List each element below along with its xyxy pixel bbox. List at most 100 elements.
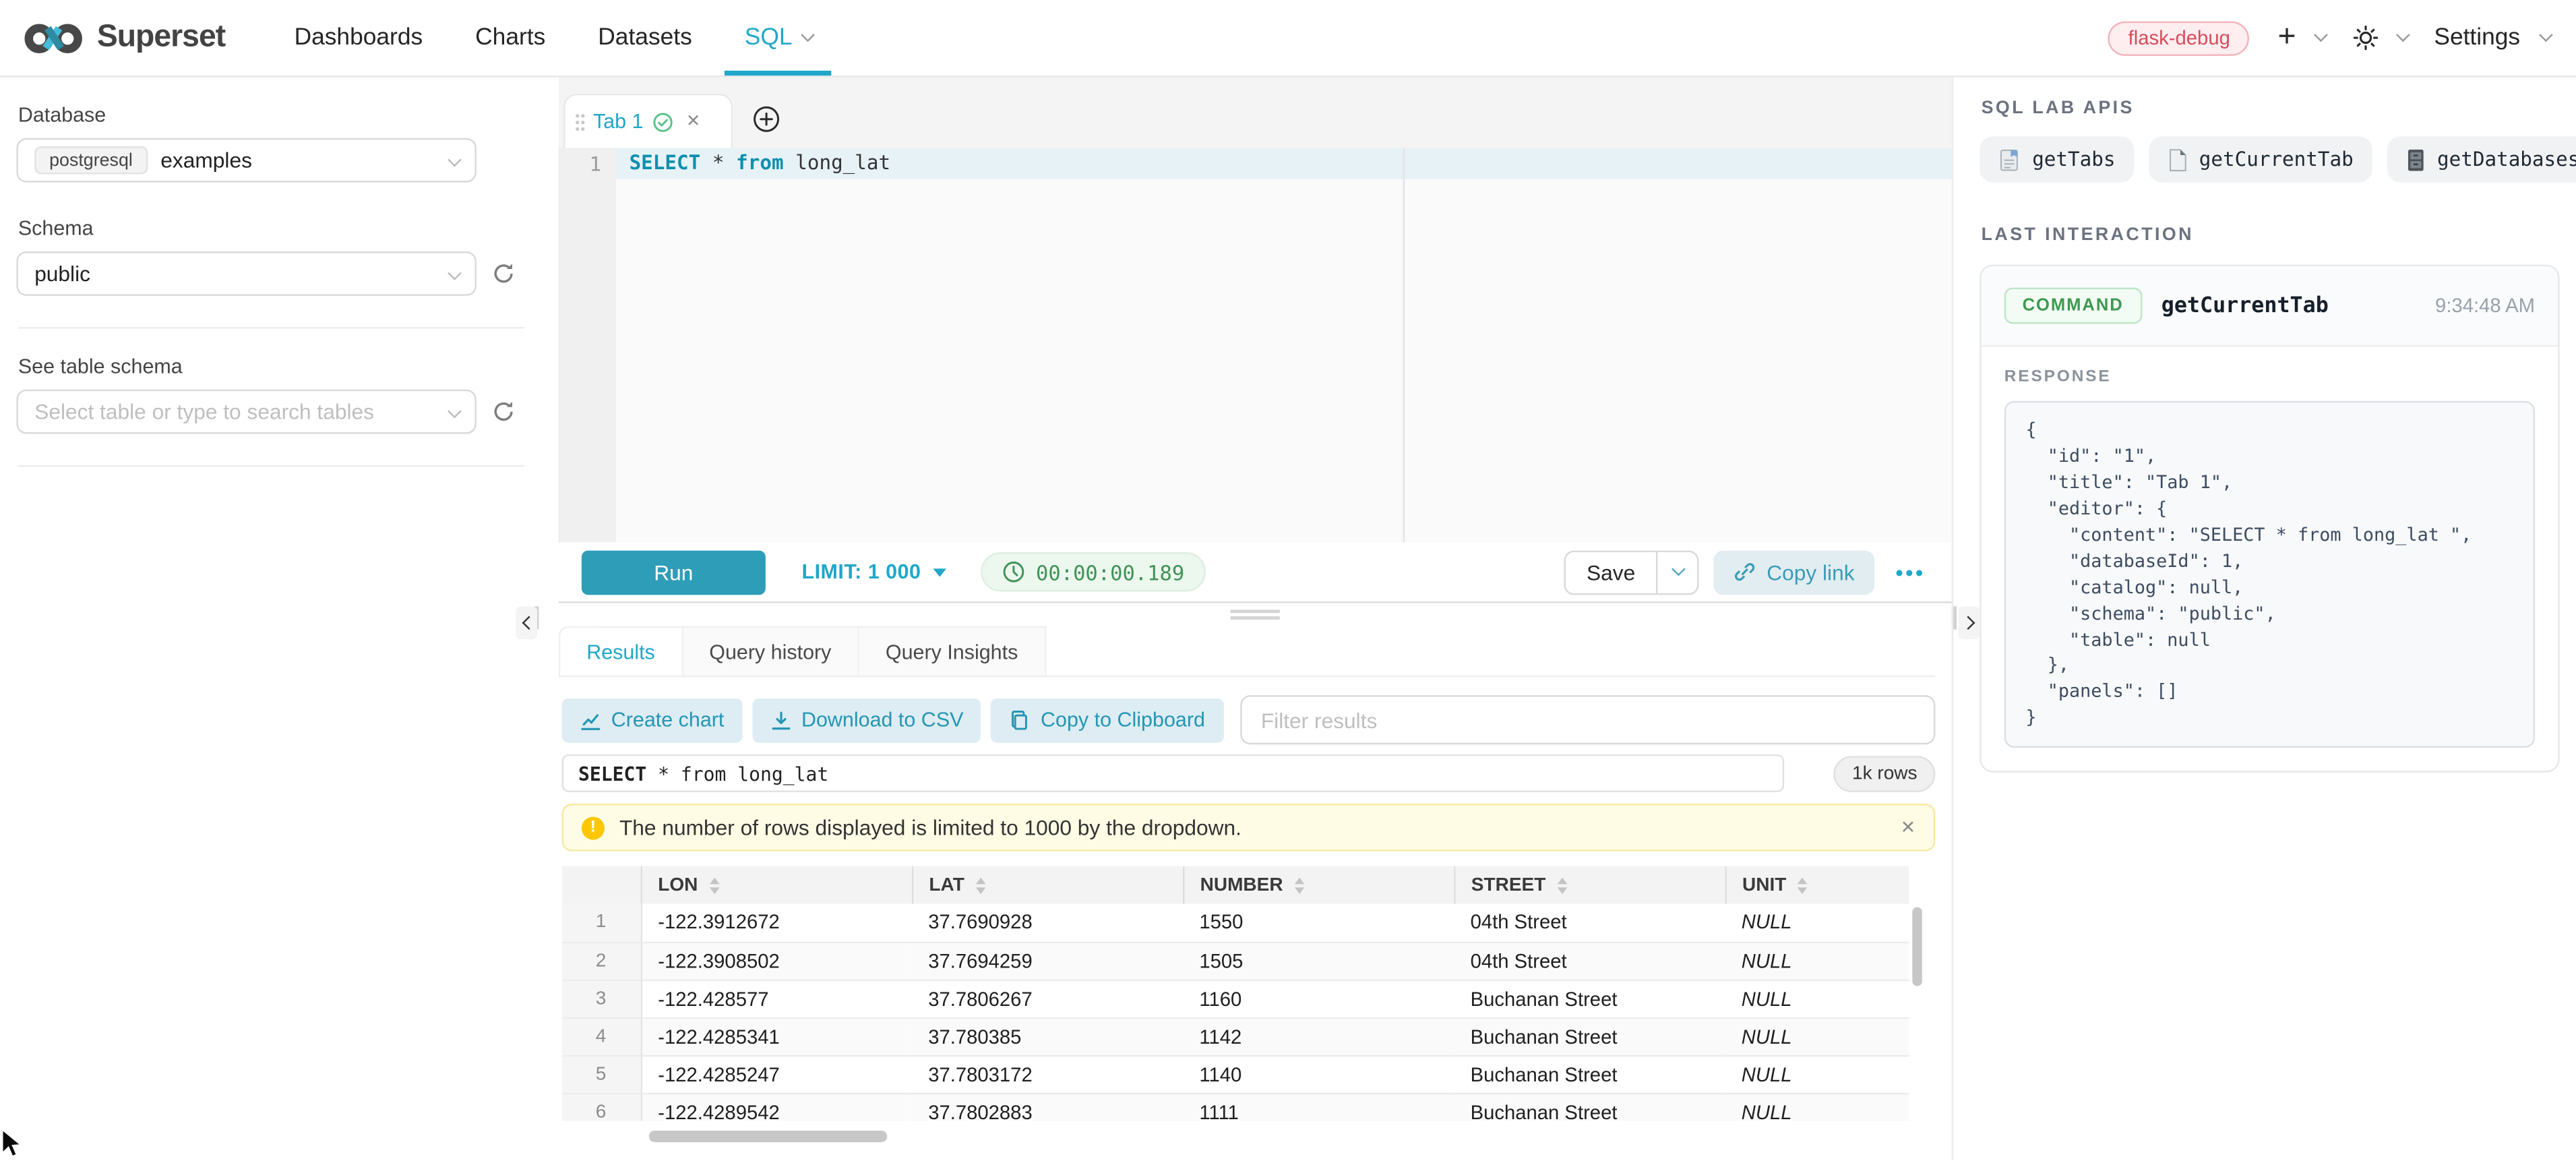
nav-sql[interactable]: SQL <box>718 0 838 76</box>
column-label: STREET <box>1471 875 1546 895</box>
filter-results-input[interactable] <box>1239 695 1935 744</box>
sort-icon[interactable] <box>1557 876 1567 893</box>
table-cell: 37.7690928 <box>912 904 1183 942</box>
save-options-caret[interactable] <box>1658 552 1698 593</box>
tab-bar-baseline <box>559 676 1936 677</box>
tab-close-icon[interactable]: ✕ <box>686 112 700 131</box>
sort-icon[interactable] <box>1295 876 1305 893</box>
chart-icon <box>580 709 601 731</box>
sort-icon[interactable] <box>1798 876 1808 893</box>
database-select[interactable]: postgresql examples <box>16 138 477 183</box>
column-header[interactable]: LAT <box>912 866 1183 904</box>
get-tabs-button[interactable]: getTabs <box>1980 136 2133 182</box>
table-cell: Buchanan Street <box>1454 1055 1725 1093</box>
collapse-api-panel-button[interactable] <box>1959 606 1980 639</box>
get-databases-button[interactable]: getDatabases <box>2386 136 2576 182</box>
create-chart-button[interactable]: Create chart <box>562 698 743 742</box>
refresh-tables-button[interactable] <box>491 399 516 424</box>
superset-logo[interactable]: Superset <box>23 19 225 57</box>
refresh-schemas-button[interactable] <box>491 262 516 287</box>
limit-dropdown[interactable]: LIMIT: 1 000 <box>802 560 946 583</box>
results-tab-bar: Results Query history Query Insights <box>559 626 1952 678</box>
query-timer: 00:00:00.189 <box>980 552 1206 592</box>
tab-query-history[interactable]: Query history <box>683 626 859 678</box>
copy-link-button[interactable]: Copy link <box>1714 549 1874 594</box>
close-warning-icon[interactable]: ✕ <box>1901 816 1915 838</box>
scrollbar-thumb[interactable] <box>649 1131 887 1142</box>
link-icon <box>1734 560 1756 583</box>
column-header[interactable]: STREET <box>1454 866 1725 904</box>
sql-code-editor[interactable]: 1 SELECT * from long_lat <box>559 148 1952 542</box>
sqllab-left-sidebar: Database postgresql examples Schema publ… <box>0 78 542 1161</box>
chevron-down-icon <box>2313 27 2327 41</box>
column-label: LAT <box>929 875 964 895</box>
table-row: 3-122.42857737.78062671160Buchanan Stree… <box>562 980 1909 1017</box>
chevron-down-icon <box>2395 27 2410 41</box>
new-item-button[interactable]: + <box>2278 24 2325 51</box>
get-current-tab-button[interactable]: getCurrentTab <box>2148 136 2371 182</box>
table-cell: Buchanan Street <box>1454 1017 1725 1055</box>
query-preview-row: SELECT * from long_lat 1k rows <box>562 754 1936 792</box>
panel-divider <box>1952 78 1953 1161</box>
settings-menu[interactable]: Settings <box>2434 25 2550 51</box>
table-cell: -122.4289542 <box>641 1093 912 1121</box>
sort-icon[interactable] <box>976 876 986 893</box>
bookmark-tabs-icon <box>1998 147 2021 172</box>
editor-toolbar: Run LIMIT: 1 000 00:00:00.189 Save <box>559 542 1952 603</box>
column-header[interactable]: LON <box>641 866 912 904</box>
table-select[interactable]: Select table or type to search tables <box>16 390 477 434</box>
table-cell: -122.4285341 <box>641 1017 912 1055</box>
sql-lab-page: Superset Dashboards Charts Datasets SQL … <box>0 0 2576 1161</box>
table-header-row: LON LAT NUMBER STREET UNIT <box>562 866 1909 904</box>
schema-value: public <box>34 262 90 287</box>
topnav-right-cluster: flask-debug + Settings <box>2108 20 2550 55</box>
grip-line <box>1231 616 1280 620</box>
warning-text: The number of rows displayed is limited … <box>619 815 1241 840</box>
row-index: 5 <box>562 1055 641 1093</box>
scrollbar-thumb[interactable] <box>1912 907 1922 986</box>
chevron-down-icon <box>448 152 462 167</box>
plus-icon: + <box>2278 20 2296 51</box>
save-query-button[interactable]: Save <box>1564 549 1699 594</box>
nav-charts[interactable]: Charts <box>449 0 572 76</box>
sort-icon[interactable] <box>709 876 719 893</box>
tab-query-insights[interactable]: Query Insights <box>859 626 1046 678</box>
line-number: 1 <box>589 153 601 176</box>
column-label: LON <box>658 875 698 895</box>
table-cell: NULL <box>1725 904 1909 942</box>
table-cell: NULL <box>1725 980 1909 1017</box>
response-code-block: { "id": "1", "title": "Tab 1", "editor":… <box>2004 401 2535 748</box>
sun-icon <box>2352 25 2379 51</box>
top-navbar: Superset Dashboards Charts Datasets SQL … <box>0 0 2576 78</box>
table-cell: 37.7694259 <box>912 942 1183 980</box>
collapse-sidebar-button[interactable] <box>516 606 537 639</box>
panel-resize-handle[interactable] <box>559 603 1952 626</box>
tab-results[interactable]: Results <box>559 626 683 678</box>
row-index: 4 <box>562 1017 641 1055</box>
nav-dashboards[interactable]: Dashboards <box>268 0 450 76</box>
drag-handle-icon <box>575 113 585 131</box>
new-tab-button[interactable] <box>752 105 780 133</box>
more-actions-button[interactable]: ••• <box>1889 560 1932 585</box>
row-count-badge: 1k rows <box>1834 755 1935 792</box>
table-cell: 37.7803172 <box>912 1055 1183 1093</box>
results-table: LONLATNUMBERSTREETUNIT 1-122.391267237.7… <box>562 866 1922 1121</box>
file-cabinet-icon <box>2404 147 2426 172</box>
schema-select[interactable]: public <box>16 251 477 296</box>
column-header[interactable]: NUMBER <box>1183 866 1454 904</box>
editor-tab-1[interactable]: Tab 1 ✕ <box>563 94 733 148</box>
table-vertical-scrollbar[interactable] <box>1912 904 1922 1118</box>
chevron-down-icon <box>801 27 816 41</box>
download-icon <box>770 709 792 731</box>
chevron-left-icon <box>521 616 535 630</box>
column-header[interactable]: UNIT <box>1725 866 1909 904</box>
copy-clipboard-button[interactable]: Copy to Clipboard <box>991 698 1223 742</box>
nav-datasets[interactable]: Datasets <box>572 0 718 76</box>
table-cell: -122.4285247 <box>641 1055 912 1093</box>
run-query-button[interactable]: Run <box>582 549 766 594</box>
theme-toggle-button[interactable] <box>2352 25 2406 51</box>
table-horizontal-scrollbar[interactable] <box>562 1131 1922 1144</box>
download-csv-button[interactable]: Download to CSV <box>752 698 981 742</box>
table-cell: 1142 <box>1183 1017 1454 1055</box>
command-timestamp: 9:34:48 AM <box>2435 294 2535 317</box>
